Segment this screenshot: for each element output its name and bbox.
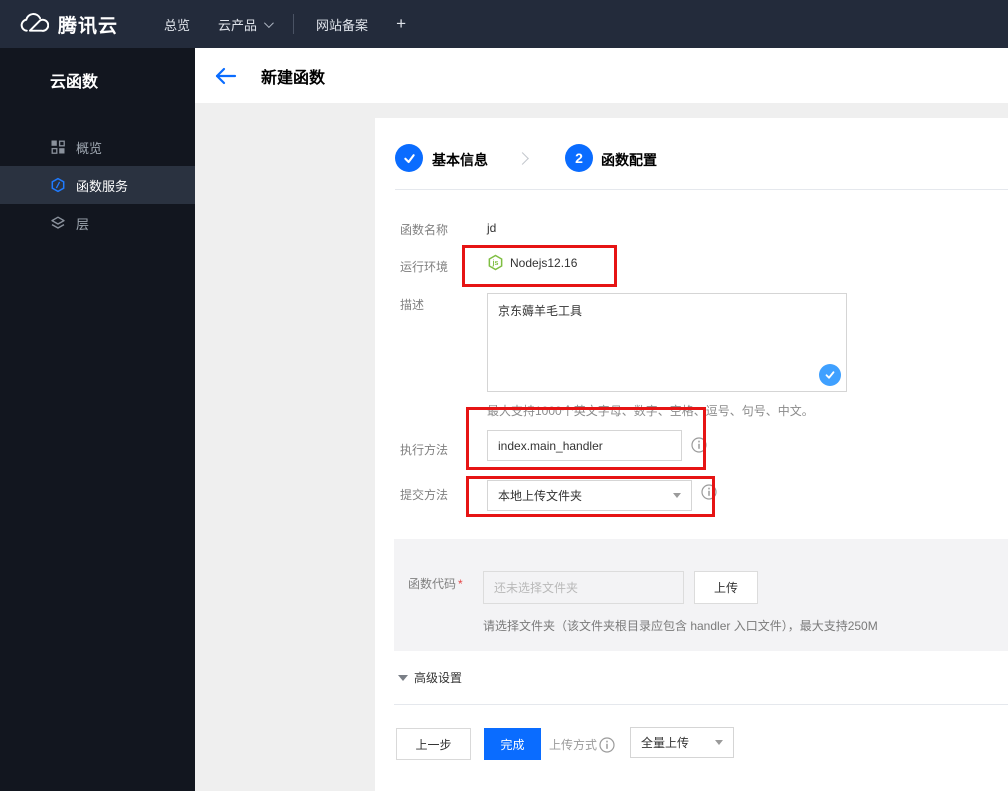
sidebar-item-label: 概览 — [76, 140, 103, 156]
caret-down-icon — [673, 493, 681, 498]
advanced-settings-toggle[interactable]: 高级设置 — [398, 669, 462, 686]
runtime-label: 运行环境 — [400, 260, 449, 274]
upload-mode-label: 上传方式 — [549, 738, 598, 752]
nav-divider — [293, 14, 295, 34]
new-function-card: 基本信息 2 函数配置 函数名称 jd 运行环境 js Nodejs12.16 — [375, 118, 1008, 791]
sidebar-item-label: 层 — [76, 216, 90, 232]
finish-button[interactable]: 完成 — [484, 728, 541, 760]
upload-mode-row: 上传方式 — [549, 736, 615, 753]
step1-done-circle[interactable] — [395, 144, 423, 172]
runtime-value-row: js Nodejs12.16 — [487, 254, 577, 271]
sidebar-item-layers[interactable]: 层 — [0, 204, 195, 242]
layers-icon — [50, 215, 66, 231]
scf-hexagon-icon — [50, 177, 66, 193]
nodejs-icon: js — [487, 254, 504, 271]
upload-button[interactable]: 上传 — [694, 571, 758, 604]
triangle-down-icon — [398, 674, 408, 681]
step2-number: 2 — [575, 150, 583, 166]
sidebar-menu: 概览 函数服务 层 — [0, 128, 195, 242]
cloud-logo-icon — [17, 12, 49, 36]
top-nav: 总览 云产品 网站备案 + — [150, 0, 420, 48]
page-header: 新建函数 — [195, 48, 1008, 103]
previous-step-button[interactable]: 上一步 — [396, 728, 471, 760]
step-chevron-icon — [516, 152, 529, 165]
sidebar: 云函数 概览 函数服务 层 — [0, 48, 195, 791]
submit-method-select[interactable]: 本地上传文件夹 — [487, 480, 692, 511]
content-area: 基本信息 2 函数配置 函数名称 jd 运行环境 js Nodejs12.16 — [195, 103, 1008, 791]
description-label: 描述 — [400, 298, 425, 312]
back-arrow-icon[interactable] — [215, 67, 237, 85]
submit-method-value: 本地上传文件夹 — [498, 489, 583, 503]
chevron-down-icon — [264, 17, 274, 28]
submit-method-info-icon[interactable] — [701, 484, 717, 500]
caret-down-icon — [715, 740, 723, 745]
sidebar-item-overview[interactable]: 概览 — [0, 128, 195, 166]
upload-mode-select[interactable]: 全量上传 — [630, 727, 734, 758]
step2-circle: 2 — [565, 144, 593, 172]
required-asterisk: * — [458, 577, 463, 591]
step2-label: 函数配置 — [601, 152, 657, 168]
page-title: 新建函数 — [261, 69, 326, 87]
plus-icon: + — [396, 14, 406, 33]
folder-path-input[interactable] — [483, 571, 684, 604]
description-textarea[interactable]: 京东薅羊毛工具 — [487, 293, 847, 392]
function-code-panel: 函数代码* 上传 请选择文件夹（该文件夹根目录应包含 handler 入口文件）… — [394, 539, 1008, 651]
handler-label: 执行方法 — [400, 443, 449, 457]
topbar: 腾讯云 总览 云产品 网站备案 + — [0, 0, 1008, 48]
nav-overview[interactable]: 总览 — [150, 0, 204, 48]
sidebar-item-function-service[interactable]: 函数服务 — [0, 166, 195, 204]
sidebar-item-label: 函数服务 — [76, 178, 129, 194]
function-name-label: 函数名称 — [400, 223, 449, 237]
footer-divider — [394, 704, 1008, 705]
runtime-value: Nodejs12.16 — [510, 255, 578, 270]
main-area: 新建函数 基本信息 2 函数配置 函数名称 jd 运行环境 js Nodejs1… — [195, 48, 1008, 791]
nav-site-icp[interactable]: 网站备案 — [302, 0, 382, 48]
nav-add-button[interactable]: + — [382, 0, 420, 48]
description-helper: 最大支持1000个英文字母、数字、空格、逗号、句号、中文。 — [487, 404, 814, 418]
upload-mode-value: 全量上传 — [641, 736, 690, 750]
step1-label[interactable]: 基本信息 — [432, 150, 488, 170]
upload-mode-info-icon[interactable] — [599, 736, 615, 753]
handler-input[interactable] — [487, 430, 682, 461]
svg-text:js: js — [492, 259, 499, 267]
function-code-helper: 请选择文件夹（该文件夹根目录应包含 handler 入口文件），最大支持250M — [483, 619, 878, 633]
submit-method-label: 提交方法 — [400, 488, 449, 502]
nav-cloud-products[interactable]: 云产品 — [204, 0, 285, 48]
check-icon — [402, 152, 417, 165]
handler-info-icon[interactable] — [691, 437, 707, 453]
function-name-value: jd — [487, 221, 497, 235]
tencent-cloud-logo[interactable]: 腾讯云 — [17, 11, 118, 38]
advanced-settings-label: 高级设置 — [414, 671, 463, 685]
sidebar-title: 云函数 — [50, 74, 99, 91]
grid-icon — [50, 139, 66, 155]
function-code-label: 函数代码 * — [408, 577, 463, 591]
brand-name: 腾讯云 — [58, 15, 119, 37]
steps-divider — [395, 189, 1008, 190]
valid-check-icon — [819, 364, 841, 386]
